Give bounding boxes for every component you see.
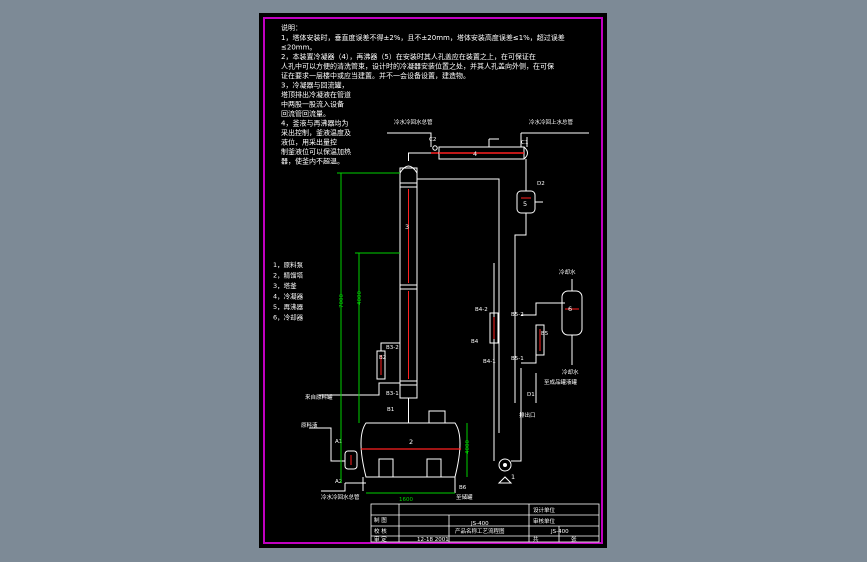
callout-c1: C1 [521,140,528,146]
cooling-water-lines [387,132,589,147]
callout-b5-1: B5-1 [511,356,524,362]
reboiler-vessel [344,398,461,493]
callout-d1: D1 [527,392,535,398]
feed-pump-line [489,263,522,484]
tb-draw: 制 图 [374,516,387,524]
tb-company2: 审核单位 [533,517,556,525]
dim-4000: 4000 [357,291,363,305]
product-cooler [561,279,583,365]
process-diagram: 说明： 1，塔体安装时，垂直度误差不得±2%，且不±20mm，塔体安装高度误差≤… [273,23,600,543]
tb-code2: JS-400 [550,529,569,535]
dim-4000b: 4000 [465,440,471,454]
reflux-line [417,178,500,433]
notes-heading: 说明： [281,23,302,32]
callout-6: 6 [568,305,572,313]
callout-b4-1: B4-1 [483,359,496,365]
stream-feed-tank: 原料液 [301,421,318,429]
note-line: 回流管回流量。 [281,109,330,118]
callout-b3-2: B3-2 [386,345,399,351]
callout-5: 5 [523,200,527,208]
callout-b1: B1 [387,407,394,413]
callout-1: 1 [511,473,515,481]
legend-item: 4，冷凝器 [273,292,304,301]
callout-4: 4 [473,150,477,158]
note-line: 液位，用采出量控 [281,138,337,147]
legend-item: 1，原料泵 [273,260,304,269]
reflux-drum [514,159,543,403]
callout-b4: B4 [471,339,479,345]
note-line: 3，冷凝器与回流罐， [281,81,348,90]
note-line: 2，本装置冷凝器（4），再沸器（5）在安装时其人孔盖应在装置之上，在可保证在 [281,52,536,61]
legend-item: 6，冷却器 [273,313,304,322]
dim-7000: 7000 [339,294,345,308]
stream-cool-return-right: 冷水冷回上水总管 [529,118,574,126]
tb-approve: 审 定 [374,535,387,543]
stream-cool-water-top: 冷却水 [559,268,576,276]
product-rotameter [521,302,565,403]
tb-code1: JS-400 [470,521,489,527]
stream-to-product: 至成品罐液罐 [544,378,578,386]
drawing-sheet: 说明： 1，塔体安装时，垂直度误差不得±2%，且不±20mm，塔体安装高度误差≤… [259,13,607,548]
callout-c2: C2 [429,137,436,143]
callout-b3-1: B3-1 [386,391,399,397]
note-line: 1，塔体安装时，垂直度误差不得±2%，且不±20mm，塔体安装高度误差≤1%，超… [281,33,565,42]
tb-company1: 设计单位 [533,506,556,514]
feed-pump-symbol [503,463,507,467]
note-line: ≤20mm。 [281,44,316,52]
legend-item: 3，塔釜 [273,281,297,290]
vapor-line [408,145,439,161]
stream-bottom-main: 冷水冷回水总管 [321,493,360,501]
callout-b4-2: B4-2 [475,307,488,313]
note-line: 器，使釜内不超温。 [281,157,344,166]
callout-2: 2 [409,438,413,446]
dimension-lines [337,172,468,494]
note-line: 塔顶排出冷凝液在管道 [281,90,351,99]
stream-discharge: 排出口 [519,411,536,419]
stream-cool-return-left: 冷水冷回水总管 [394,118,433,126]
legend-list: 1，原料泵 2，精馏塔3，塔釜 4，冷凝器5，再沸器 6，冷却器 [273,260,304,322]
dim-1600: 1600 [399,497,413,503]
condenser [438,138,528,160]
note-line: 证在要求一层楼中或应当建置。并不一会设备设置，建造物。 [281,71,470,80]
note-line: 4，釜液与再沸器均为 [281,119,348,128]
stream-cool-water-bottom: 冷却水 [562,368,579,376]
note-line: 采出控制，釜液温度及 [281,128,351,137]
legend-item: 5，再沸器 [273,302,304,311]
stream-to-tank: 至储罐 [456,493,473,501]
callout-b2: B2 [379,355,386,361]
tb-title: 产品名称工艺流程图 [455,527,505,535]
note-line: 中两股一股流入设备 [281,100,344,109]
tb-scale: 共 [533,535,539,543]
callout-b5-2: B5-2 [511,312,524,318]
note-line: 人孔中可以方便的清洗管束，设计时的冷凝器安装位置之处，并其人孔盖向外侧，在可保 [281,62,554,71]
callout-b6: B6 [459,485,467,491]
tb-sheets: 张 [571,535,577,543]
note-line: 制釜液位可以保温加热 [281,147,351,156]
stream-from-feed: 来自原料罐 [305,393,333,401]
tb-date: 12-18 2001 [417,537,449,543]
distillation-tower [399,165,418,399]
tb-check: 校 核 [374,527,387,535]
legend-item: 2，精馏塔 [273,271,304,280]
callout-d2: D2 [537,181,545,187]
callout-b5: B5 [541,331,549,337]
callout-3: 3 [405,223,409,231]
